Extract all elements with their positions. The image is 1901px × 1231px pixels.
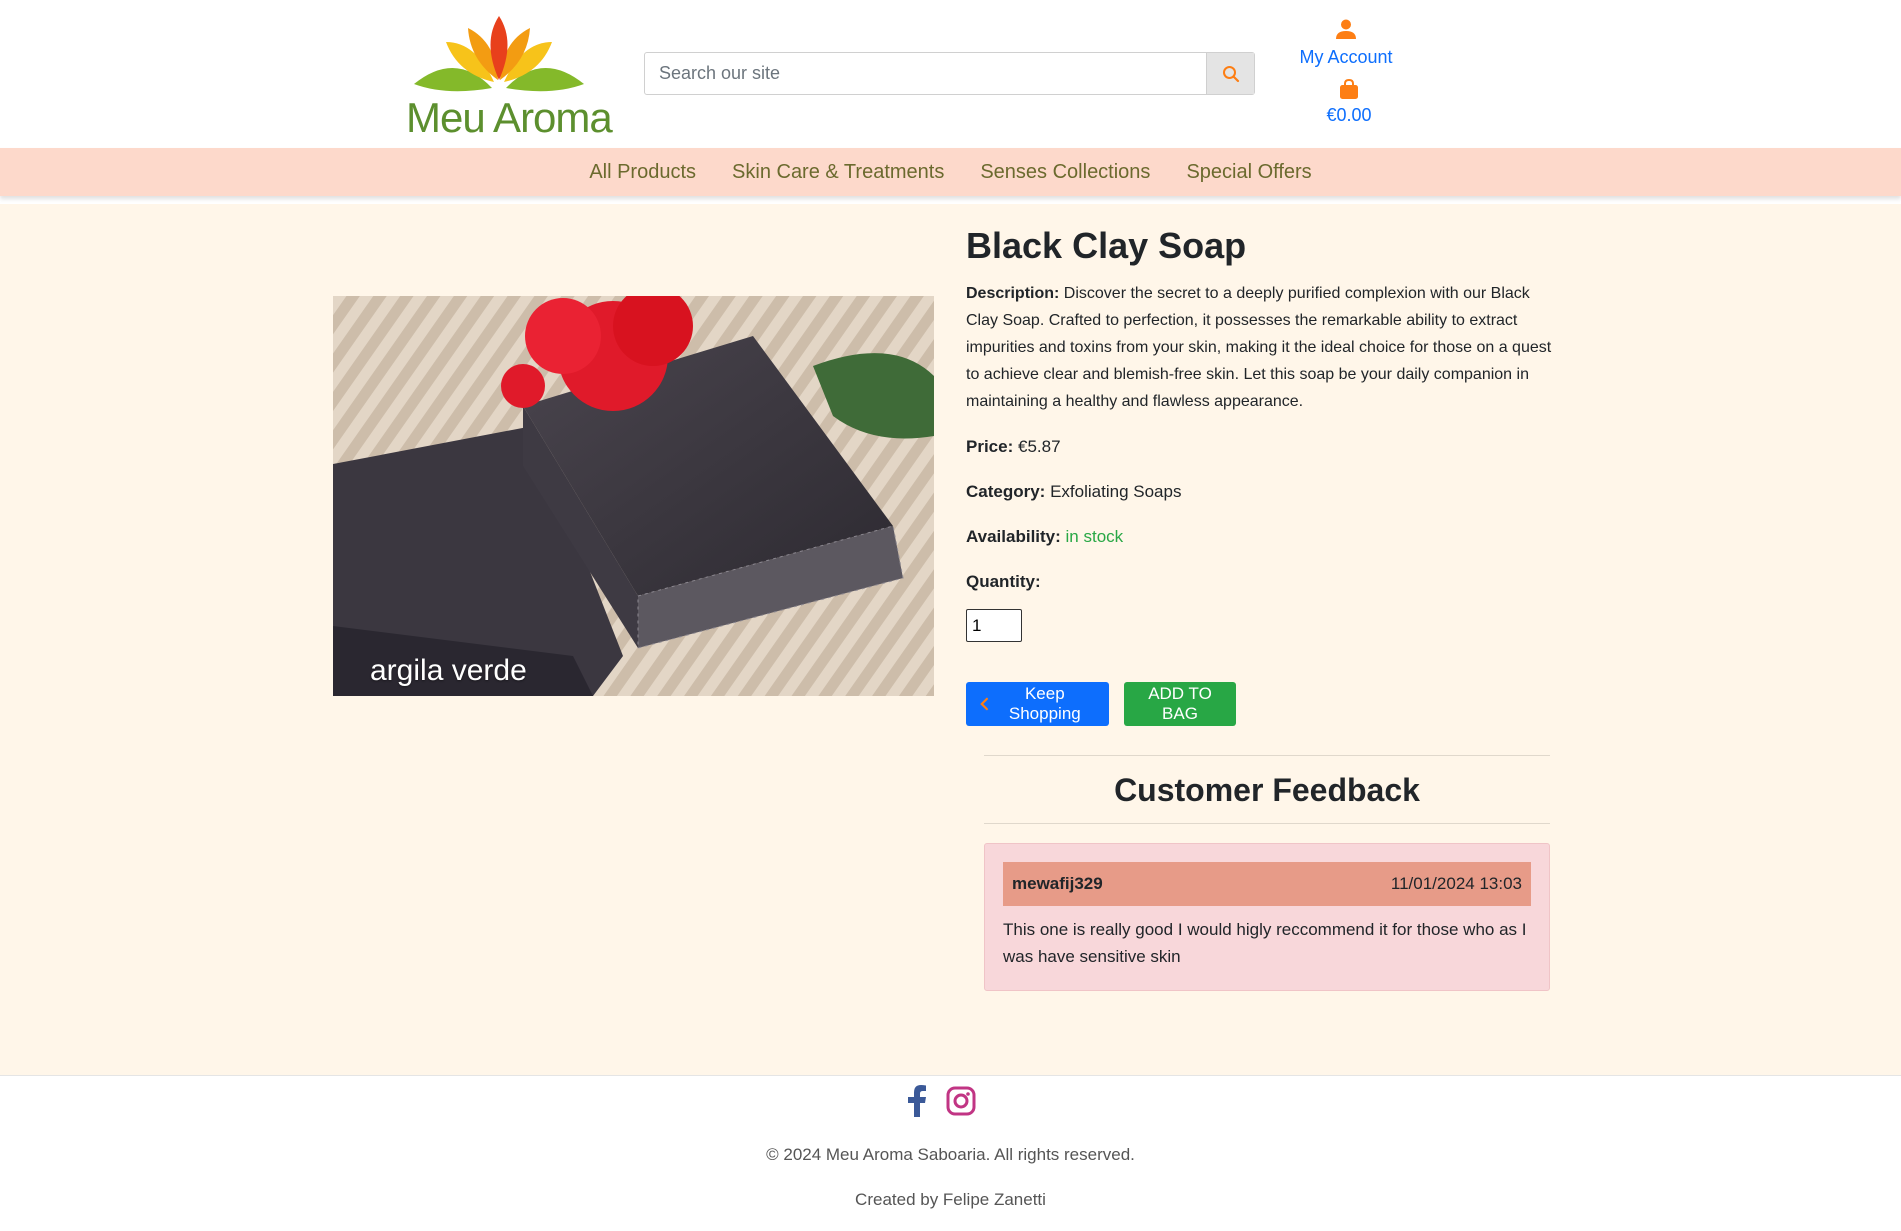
- facebook-link[interactable]: [906, 1085, 928, 1122]
- product-category: Category: Exfoliating Soaps: [966, 478, 1566, 505]
- category-value: Exfoliating Soaps: [1050, 482, 1182, 501]
- social-links: [906, 1085, 976, 1122]
- add-to-bag-label: ADD TO BAG: [1148, 684, 1212, 723]
- instagram-link[interactable]: [946, 1085, 976, 1122]
- brand-name: Meu Aroma: [406, 94, 613, 141]
- credits-text: Created by Felipe Zanetti: [855, 1190, 1046, 1209]
- customer-feedback-section: Customer Feedback mewafij329 11/01/2024 …: [984, 755, 1550, 991]
- lotus-logo-icon: [414, 16, 584, 92]
- availability-label: Availability:: [966, 527, 1061, 546]
- nav-item-special-offers[interactable]: Special Offers: [1168, 161, 1329, 184]
- product-image: argila verde: [333, 296, 934, 696]
- my-account-label: My Account: [1299, 47, 1393, 67]
- feedback-title: Customer Feedback: [1114, 772, 1420, 808]
- quantity-label: Quantity:: [966, 572, 1041, 591]
- description-label: Description:: [966, 285, 1060, 302]
- price-value: €5.87: [1017, 437, 1061, 456]
- site-header: Meu Aroma My Account €0.00: [0, 0, 1901, 148]
- review-date: 11/01/2024 13:03: [1390, 874, 1522, 893]
- search-icon: [1222, 65, 1239, 82]
- description-text: Discover the secret to a deeply purified…: [966, 285, 1552, 410]
- product-description: Description: Discover the secret to a de…: [966, 280, 1566, 415]
- search-button[interactable]: [1206, 53, 1254, 94]
- main-content: [0, 204, 1901, 1075]
- review-header: mewafij329 11/01/2024 13:03: [1003, 862, 1531, 906]
- product-details: Black Clay Soap Description: Discover th…: [966, 224, 1566, 726]
- price-label: Price:: [966, 437, 1014, 456]
- instagram-icon: [946, 1086, 976, 1116]
- keep-shopping-label: Keep Shopping: [1008, 684, 1081, 723]
- availability-value: in stock: [1065, 527, 1124, 546]
- nav-item-senses-collections[interactable]: Senses Collections: [962, 161, 1168, 184]
- review-text: This one is really good I would higly re…: [1003, 920, 1527, 966]
- quantity-label-row: Quantity:: [966, 568, 1566, 595]
- review-author: mewafij329: [1012, 874, 1103, 893]
- my-account-link[interactable]: My Account: [1296, 18, 1396, 68]
- review-card: mewafij329 11/01/2024 13:03 This one is …: [984, 843, 1550, 991]
- keep-shopping-button[interactable]: Keep Shopping: [966, 682, 1109, 726]
- image-caption: argila verde: [370, 654, 527, 687]
- search-bar: [644, 52, 1255, 95]
- nav-item-skin-care[interactable]: Skin Care & Treatments: [714, 161, 962, 184]
- page: Meu Aroma My Account €0.00: [0, 0, 1901, 1231]
- product-availability: Availability: in stock: [966, 523, 1566, 550]
- add-to-bag-button[interactable]: ADD TO BAG: [1124, 682, 1236, 726]
- bag-total: €0.00: [1326, 105, 1372, 125]
- quantity-input[interactable]: [966, 609, 1022, 642]
- product-actions: Keep Shopping ADD TO BAG: [966, 682, 1566, 726]
- copyright-text: © 2024 Meu Aroma Saboaria. All rights re…: [766, 1145, 1135, 1164]
- product-photo: [333, 296, 934, 696]
- category-label: Category:: [966, 482, 1046, 501]
- search-input[interactable]: [645, 53, 1206, 94]
- brand-logo[interactable]: Meu Aroma: [406, 12, 613, 141]
- shopping-bag-icon: [1340, 78, 1358, 99]
- divider: [984, 823, 1550, 824]
- user-icon: [1336, 19, 1356, 39]
- chevron-left-icon: [980, 697, 988, 711]
- product-price: Price: €5.87: [966, 433, 1566, 460]
- site-footer: © 2024 Meu Aroma Saboaria. All rights re…: [0, 1075, 1901, 1231]
- product-title: Black Clay Soap: [966, 225, 1247, 266]
- facebook-icon: [908, 1085, 926, 1117]
- main-nav: All Products Skin Care & Treatments Sens…: [0, 148, 1901, 196]
- shopping-bag-link[interactable]: €0.00: [1316, 78, 1382, 126]
- nav-item-all-products[interactable]: All Products: [571, 161, 714, 184]
